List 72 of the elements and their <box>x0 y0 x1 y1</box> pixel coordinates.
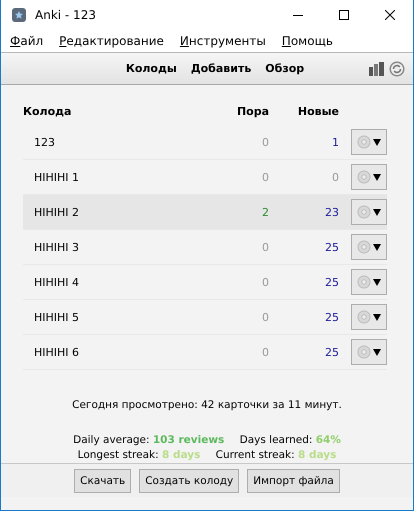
new-count: 25 <box>324 310 339 324</box>
deck-name: 123 <box>33 136 56 148</box>
menu-item[interactable]: Помощь <box>282 34 333 48</box>
gear-icon <box>357 310 371 324</box>
toolbar-link[interactable]: Колоды <box>126 62 177 75</box>
column-header: Колода <box>23 104 72 118</box>
action-button[interactable]: Создать колоду <box>139 468 240 492</box>
toolbar-link[interactable]: Добавить <box>190 62 252 75</box>
new-count: 23 <box>324 206 339 218</box>
summary-text: Сегодня просмотрено: 42 карточки за 11 минут. <box>71 399 343 411</box>
dropdown-arrow-icon <box>373 173 381 181</box>
gear-icon <box>357 205 371 219</box>
gear-icon <box>357 240 371 254</box>
app-icon <box>11 7 27 23</box>
new-count: 1 <box>331 136 339 148</box>
deck-row[interactable]: HIHIHI 5 0 25 <box>23 300 387 335</box>
dropdown-arrow-icon <box>373 138 381 146</box>
deck-row[interactable]: HIHIHI 6 0 25 <box>23 335 387 370</box>
due-count: 0 <box>261 310 269 324</box>
gear-icon <box>357 345 371 359</box>
due-count: 0 <box>261 276 269 288</box>
action-button[interactable]: Импорт файла <box>247 468 340 492</box>
sync-icon[interactable] <box>389 60 405 76</box>
deck-row[interactable]: HIHIHI 4 0 25 <box>23 265 387 300</box>
deck-name: HIHIHI 5 <box>33 310 80 324</box>
stat-text: Longest streak: 8 days <box>78 448 200 463</box>
new-count: 0 <box>331 170 339 184</box>
bar-chart-icon[interactable] <box>369 62 385 76</box>
due-count: 0 <box>261 170 269 184</box>
dropdown-arrow-icon <box>373 208 381 216</box>
maximize-icon <box>339 10 349 20</box>
deck-name: HIHIHI 2 <box>33 206 80 218</box>
deck-options-button[interactable] <box>351 199 387 225</box>
action-button[interactable]: Скачать <box>74 468 132 492</box>
gear-icon <box>357 275 371 289</box>
column-header: Новые <box>296 104 339 118</box>
stat-text: Current streak: 8 days <box>216 448 336 463</box>
stat-text: Daily average: 103 reviews <box>73 433 224 448</box>
gear-icon <box>357 135 371 149</box>
due-count: 0 <box>261 346 269 358</box>
deck-name: HIHIHI 1 <box>33 170 80 184</box>
menu-item[interactable]: Редактирование <box>59 34 164 48</box>
toolbar-link[interactable]: Обзор <box>265 62 304 75</box>
deck-options-button[interactable] <box>351 129 387 155</box>
due-count: 0 <box>261 136 269 148</box>
deck-options-button[interactable] <box>351 234 387 260</box>
dropdown-arrow-icon <box>373 278 381 286</box>
dropdown-arrow-icon <box>373 313 381 321</box>
deck-name: HIHIHI 3 <box>33 240 80 254</box>
deck-options-button[interactable] <box>351 304 387 330</box>
column-header: Пора <box>236 104 269 118</box>
deck-name: HIHIHI 4 <box>33 276 80 288</box>
deck-options-button[interactable] <box>351 339 387 365</box>
deck-options-button[interactable] <box>351 164 387 190</box>
window-title: Anki - 123 <box>35 8 97 22</box>
stat-text: Days learned: 64% <box>240 433 341 448</box>
new-count: 25 <box>324 240 339 254</box>
new-count: 25 <box>324 276 339 288</box>
gear-icon <box>357 170 371 184</box>
deck-row[interactable]: 123 0 1 <box>23 125 387 160</box>
menu-item[interactable]: Инструменты <box>180 34 266 48</box>
close-icon <box>385 10 395 20</box>
deck-row[interactable]: HIHIHI 2 2 23 <box>23 195 387 230</box>
deck-row[interactable]: HIHIHI 3 0 25 <box>23 230 387 265</box>
deck-options-button[interactable] <box>351 269 387 295</box>
due-count: 2 <box>261 206 269 218</box>
menu-item[interactable]: Файл <box>10 34 44 48</box>
due-count: 0 <box>261 240 269 254</box>
dropdown-arrow-icon <box>373 348 381 356</box>
new-count: 25 <box>324 346 339 358</box>
deck-name: HIHIHI 6 <box>33 346 80 358</box>
dropdown-arrow-icon <box>373 243 381 251</box>
